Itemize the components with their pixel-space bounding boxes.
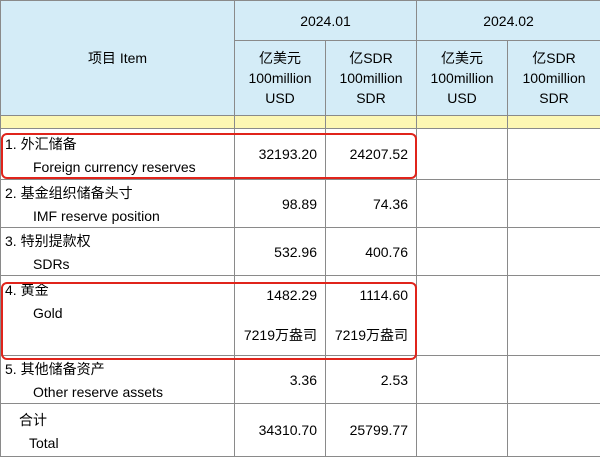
table-row: 1. 外汇储备 Foreign currency reserves 32193.… <box>0 128 600 180</box>
period-header-2024-02: 2024.02 <box>416 0 600 41</box>
table-row: 3. 特别提款权 SDRs 532.96 400.76 <box>0 227 600 276</box>
total-row: 合计 Total 34310.70 25799.77 <box>0 403 600 457</box>
empty-cell <box>416 355 509 404</box>
col-header-usd-2: 亿美元 100million USD <box>416 40 509 116</box>
row-label: 1. 外汇储备 Foreign currency reserves <box>0 128 235 180</box>
table-row: 2. 基金组织储备头寸 IMF reserve position 98.89 7… <box>0 179 600 228</box>
value-sdr: 24207.52 <box>324 128 418 180</box>
table-row: 5. 其他储备资产 Other reserve assets 3.36 2.53 <box>0 355 600 404</box>
empty-cell <box>416 227 509 276</box>
row-label: 2. 基金组织储备头寸 IMF reserve position <box>0 179 235 228</box>
row-label: 4. 黄金 Gold <box>0 275 235 356</box>
value-sdr: 2.53 <box>324 355 418 404</box>
col-header-sdr-1: 亿SDR 100million SDR <box>324 40 418 116</box>
gold-ounces-sdr: 7219万盎司 <box>334 326 409 343</box>
empty-cell <box>416 403 509 457</box>
empty-cell <box>507 403 600 457</box>
stripe-row <box>0 115 600 129</box>
value-usd: 34310.70 <box>234 403 326 457</box>
value-usd: 3.36 <box>234 355 326 404</box>
value-sdr: 1114.60 7219万盎司 <box>324 275 418 356</box>
item-header-label: 项目 Item <box>87 50 148 66</box>
value-usd: 32193.20 <box>234 128 326 180</box>
table-row: 4. 黄金 Gold 1482.29 7219万盎司 1114.60 7219万… <box>0 275 600 356</box>
period-header-2024-01: 2024.01 <box>233 0 418 41</box>
empty-cell <box>507 355 600 404</box>
empty-cell <box>416 128 509 180</box>
value-usd: 532.96 <box>234 227 326 276</box>
item-column-header: 项目 Item <box>0 0 235 116</box>
empty-cell <box>507 128 600 180</box>
empty-cell <box>507 227 600 276</box>
value-usd: 98.89 <box>234 179 326 228</box>
value-sdr: 74.36 <box>324 179 418 228</box>
row-label: 3. 特别提款权 SDRs <box>0 227 235 276</box>
value-sdr: 400.76 <box>324 227 418 276</box>
row-label: 合计 Total <box>0 403 235 457</box>
empty-cell <box>507 179 600 228</box>
row-label: 5. 其他储备资产 Other reserve assets <box>0 355 235 404</box>
reserves-table: 项目 Item 2024.01 2024.02 亿美元 100million U… <box>0 0 600 457</box>
reserve-table-view: 项目 Item 2024.01 2024.02 亿美元 100million U… <box>0 0 600 460</box>
value-usd: 1482.29 7219万盎司 <box>234 275 326 356</box>
empty-cell <box>507 275 600 356</box>
gold-ounces-usd: 7219万盎司 <box>243 326 317 343</box>
empty-cell <box>416 275 509 356</box>
col-header-sdr-2: 亿SDR 100million SDR <box>507 40 600 116</box>
col-header-usd-1: 亿美元 100million USD <box>234 40 326 116</box>
value-sdr: 25799.77 <box>324 403 418 457</box>
empty-cell <box>416 179 509 228</box>
